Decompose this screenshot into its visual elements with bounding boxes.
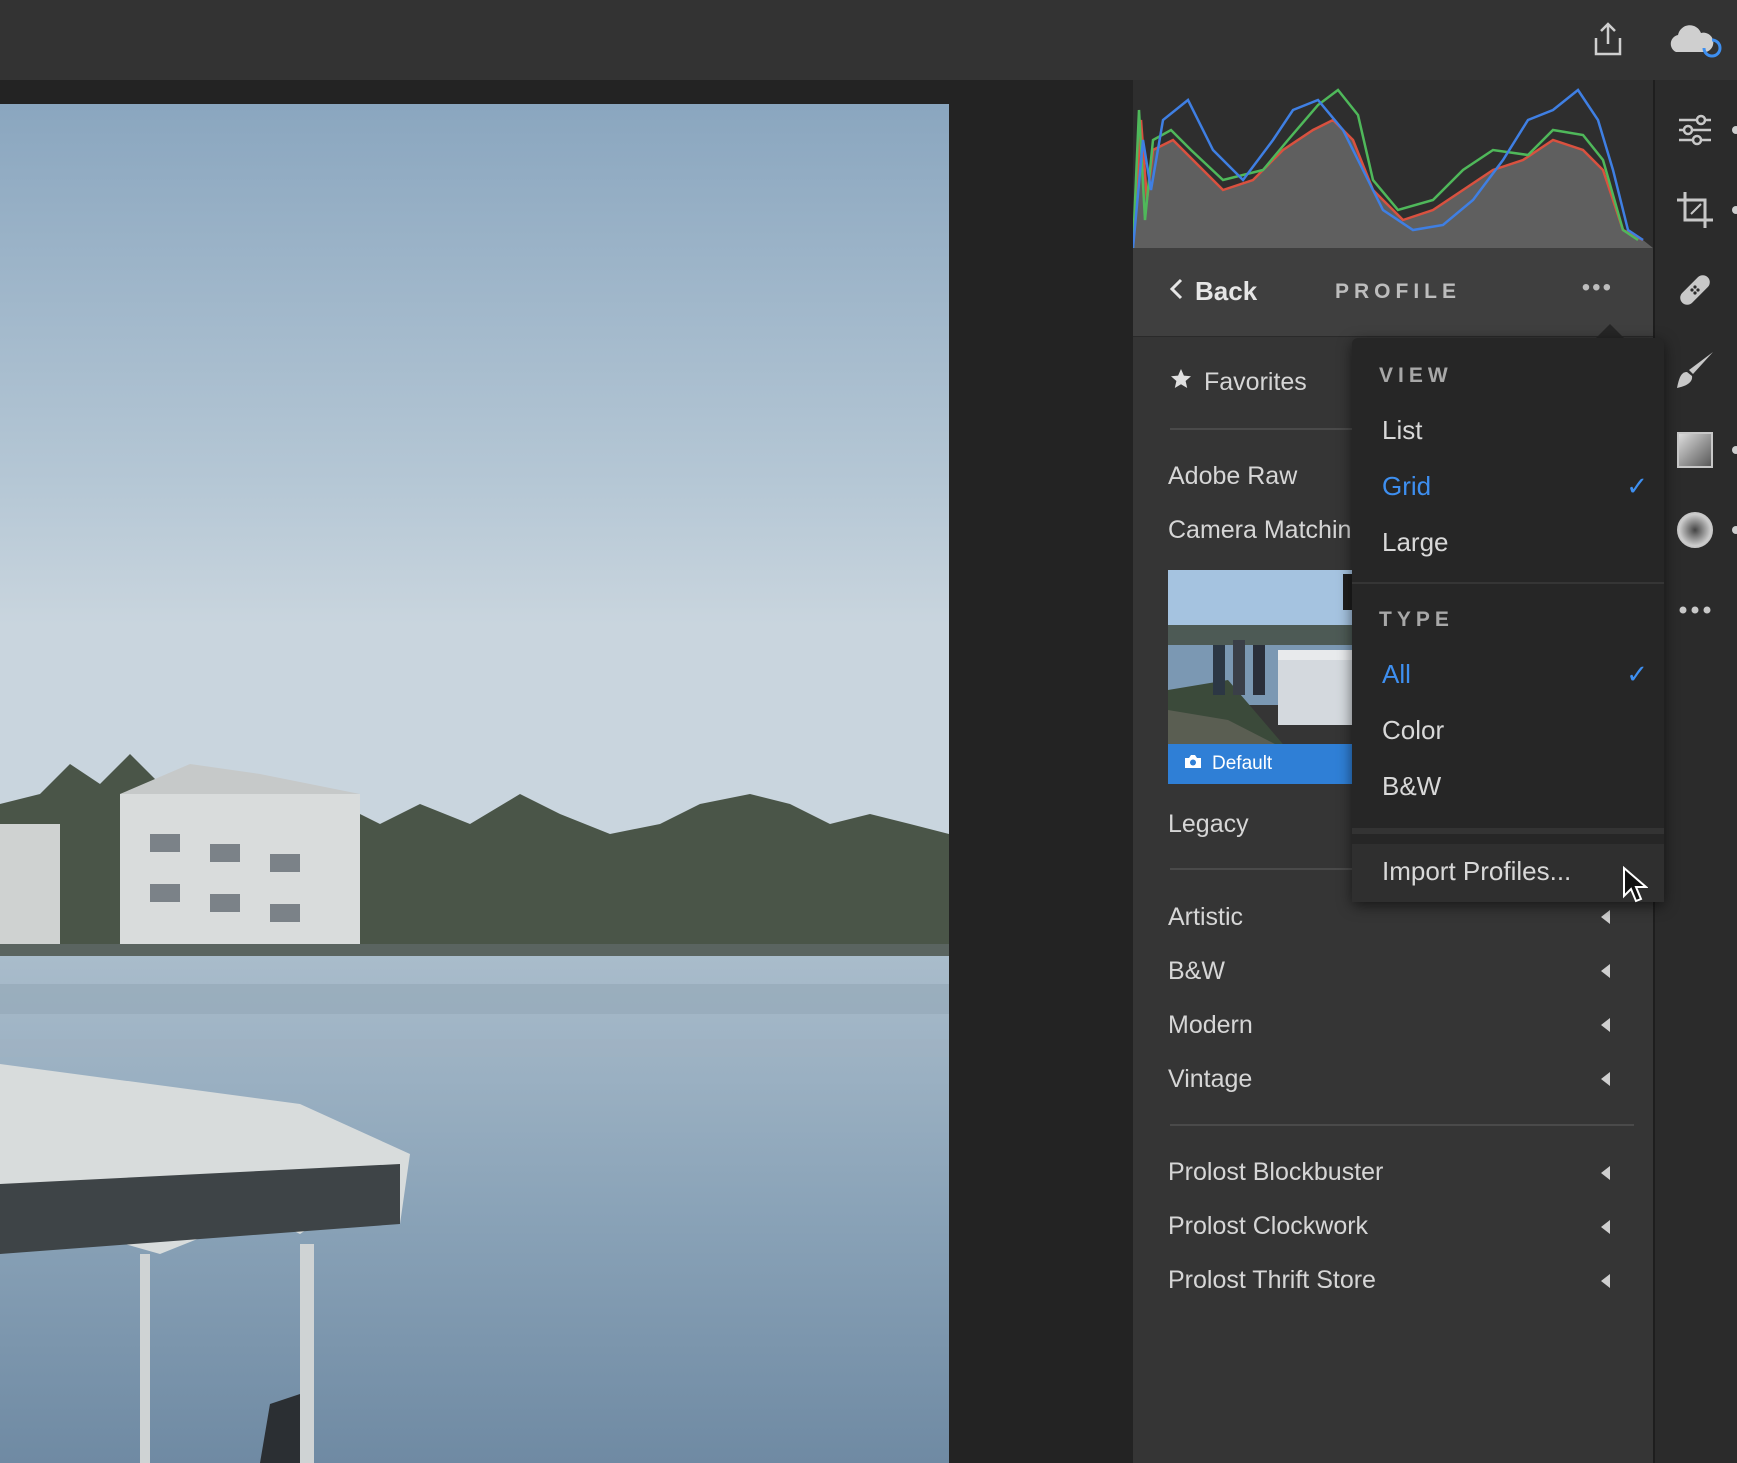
healing-icon[interactable] [1673, 268, 1717, 312]
menu-item-import-profiles[interactable]: Import Profiles... [1382, 856, 1571, 887]
photo-preview [0, 104, 949, 1463]
menu-item-grid[interactable]: Grid [1382, 471, 1431, 502]
menu-heading-type: TYPE [1379, 608, 1454, 631]
radial-gradient-icon[interactable] [1673, 508, 1717, 552]
more-icon[interactable] [1673, 588, 1717, 632]
expand-caret-icon[interactable] [1601, 910, 1610, 924]
indicator-dot [1732, 206, 1737, 214]
more-options-button[interactable]: ••• [1582, 274, 1613, 302]
crop-icon[interactable] [1673, 188, 1717, 232]
panel-header: Back PROFILE ••• [1133, 248, 1653, 337]
profile-group-prolost-thrift-store[interactable]: Prolost Thrift Store [1168, 1266, 1376, 1295]
favorites-label: Favorites [1204, 368, 1307, 396]
cloud-sync-icon[interactable] [1664, 18, 1722, 62]
divider [1170, 1124, 1634, 1126]
profile-group-vintage[interactable]: Vintage [1168, 1065, 1252, 1094]
top-bar [0, 0, 1737, 80]
menu-item-large[interactable]: Large [1382, 527, 1449, 558]
panel-title: PROFILE [1335, 280, 1462, 303]
expand-caret-icon[interactable] [1601, 1220, 1610, 1234]
chevron-left-icon [1169, 276, 1183, 307]
expand-caret-icon[interactable] [1601, 1018, 1610, 1032]
thumbnail-label-bar: Default [1168, 744, 1353, 784]
expand-caret-icon[interactable] [1601, 1274, 1610, 1288]
back-button[interactable]: Back [1169, 276, 1257, 307]
brush-icon[interactable] [1673, 348, 1717, 392]
expand-caret-icon[interactable] [1601, 1166, 1610, 1180]
share-icon[interactable] [1586, 18, 1630, 62]
checkmark-icon: ✓ [1626, 659, 1648, 689]
profile-group-prolost-blockbuster[interactable]: Prolost Blockbuster [1168, 1158, 1383, 1187]
profile-group-artistic[interactable]: Artistic [1168, 903, 1243, 932]
menu-item-bw[interactable]: B&W [1382, 771, 1441, 802]
thumbnail-label: Default [1212, 753, 1273, 774]
star-icon [1170, 368, 1192, 397]
tool-strip [1653, 80, 1737, 1463]
menu-item-color[interactable]: Color [1382, 715, 1444, 746]
menu-item-all[interactable]: All [1382, 659, 1411, 690]
indicator-dot [1732, 526, 1737, 534]
expand-caret-icon[interactable] [1601, 964, 1610, 978]
indicator-dot [1732, 446, 1737, 454]
menu-separator [1352, 582, 1664, 584]
histogram [1133, 80, 1653, 248]
profile-group-bw[interactable]: B&W [1168, 957, 1225, 986]
mouse-cursor-icon [1622, 865, 1649, 909]
favorites-row[interactable]: Favorites [1170, 368, 1307, 397]
expand-caret-icon[interactable] [1601, 1072, 1610, 1086]
checkmark-icon: ✓ [1626, 471, 1648, 501]
profile-group-adobe-raw[interactable]: Adobe Raw [1168, 462, 1297, 491]
profile-group-modern[interactable]: Modern [1168, 1011, 1253, 1040]
menu-heading-view: VIEW [1379, 364, 1453, 387]
menu-item-list[interactable]: List [1382, 415, 1422, 446]
indicator-dot [1732, 126, 1737, 134]
profile-group-prolost-clockwork[interactable]: Prolost Clockwork [1168, 1212, 1368, 1241]
camera-icon [1184, 753, 1202, 775]
profile-thumbnail-default[interactable]: Default [1168, 570, 1353, 784]
linear-gradient-icon[interactable] [1673, 428, 1717, 472]
view-options-menu: VIEW List Grid ✓ Large TYPE All ✓ Color … [1352, 338, 1664, 902]
edit-sliders-icon[interactable] [1673, 108, 1717, 152]
profile-group-camera-matching[interactable]: Camera Matchin [1168, 516, 1351, 545]
menu-separator [1352, 828, 1664, 834]
back-label: Back [1195, 276, 1258, 306]
profile-group-legacy[interactable]: Legacy [1168, 810, 1249, 839]
menu-pointer [1596, 324, 1624, 338]
import-profiles-row[interactable]: Import Profiles... [1352, 844, 1664, 902]
